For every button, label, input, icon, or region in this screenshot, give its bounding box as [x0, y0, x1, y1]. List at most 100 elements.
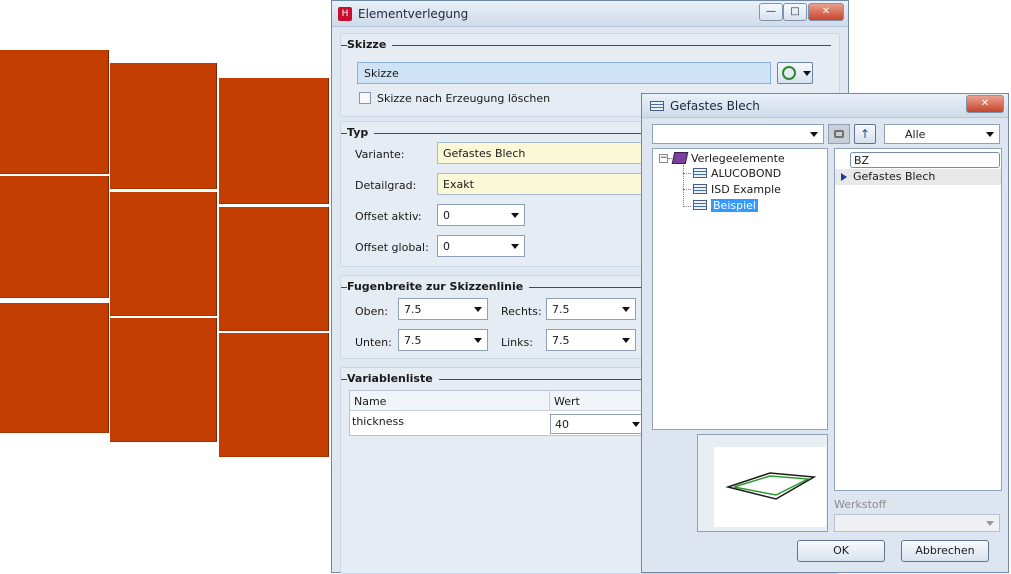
tile: [110, 192, 217, 316]
table-icon: [650, 101, 664, 111]
tile: [219, 78, 329, 204]
tree-connector: [683, 165, 684, 207]
title-bar[interactable]: H Elementverlegung — □ ✕: [332, 1, 848, 27]
filter-select[interactable]: Alle: [884, 124, 1000, 144]
row-name: thickness: [352, 415, 404, 428]
table-row[interactable]: thickness 40: [350, 412, 650, 436]
chevron-down-icon: [986, 521, 994, 526]
cancel-button[interactable]: Abbrechen: [901, 540, 989, 562]
close-button[interactable]: ✕: [808, 3, 844, 21]
table-icon: [693, 168, 707, 178]
chevron-down-icon: [511, 213, 519, 218]
oben-select[interactable]: 7.5: [398, 298, 488, 320]
table-icon: [693, 200, 707, 210]
tree-item-label: Beispiel: [711, 199, 758, 212]
close-button[interactable]: ✕: [966, 95, 1004, 113]
window-title: Gefastes Blech: [670, 99, 760, 113]
tree-item-isd-example[interactable]: ISD Example: [693, 183, 781, 196]
tile: [110, 63, 217, 189]
variablen-header: Variablenliste: [347, 372, 439, 385]
preview-plate-icon: [725, 472, 817, 500]
list-pane[interactable]: BZ Gefastes Blech: [834, 148, 1002, 491]
tree-connector: [683, 173, 691, 174]
minimize-button[interactable]: —: [759, 3, 783, 21]
chevron-down-icon: [622, 307, 630, 312]
chevron-down-icon: [986, 132, 994, 137]
row-wert-value: 40: [555, 418, 569, 431]
app-icon: H: [338, 7, 352, 21]
rechts-select[interactable]: 7.5: [546, 298, 636, 320]
pick-icon: [782, 66, 796, 80]
tree-connector: [683, 206, 691, 207]
tree-connector: [683, 189, 691, 190]
unten-select[interactable]: 7.5: [398, 329, 488, 351]
collapse-icon[interactable]: −: [659, 154, 668, 163]
col-wert-header[interactable]: Wert: [554, 395, 580, 408]
tile: [0, 50, 109, 174]
col-name-header[interactable]: Name: [354, 395, 386, 408]
tree-root-label: Verlegeelemente: [691, 152, 785, 165]
chevron-down-icon: [810, 132, 818, 137]
list-column-header[interactable]: BZ: [850, 152, 1000, 168]
chevron-down-icon: [803, 71, 811, 76]
detailgrad-label: Detailgrad:: [355, 179, 417, 192]
tree-root[interactable]: Verlegeelemente: [671, 152, 785, 165]
window-title: Elementverlegung: [358, 7, 469, 21]
links-value: 7.5: [552, 334, 570, 347]
variante-field[interactable]: Gefastes Blech: [437, 142, 647, 164]
rechts-label: Rechts:: [501, 305, 542, 318]
tree-item-label: ALUCOBOND: [711, 167, 782, 180]
tree-item-label: ISD Example: [711, 183, 781, 196]
chevron-down-icon: [632, 422, 640, 427]
path-select[interactable]: [652, 124, 824, 144]
variablen-table: Name Wert thickness 40: [349, 390, 650, 436]
oben-label: Oben:: [355, 305, 389, 318]
col-divider: [549, 391, 550, 411]
skizze-field[interactable]: Skizze: [357, 62, 771, 84]
gefastes-blech-dialog: Gefastes Blech ✕ ↑ Alle − Verlegeelement…: [641, 93, 1009, 573]
triangle-right-icon: [841, 173, 847, 181]
up-level-button[interactable]: ↑: [854, 124, 876, 144]
arrow-up-icon: ↑: [859, 127, 871, 141]
delete-sketch-checkbox[interactable]: [359, 92, 371, 104]
maximize-button[interactable]: □: [783, 3, 807, 21]
table-header: Name Wert: [350, 391, 650, 411]
detailgrad-field[interactable]: Exakt: [437, 173, 647, 195]
tree-item-alucobond[interactable]: ALUCOBOND: [693, 167, 781, 180]
offset-global-label: Offset global:: [355, 241, 429, 254]
tile: [0, 303, 109, 433]
filter-value: Alle: [905, 128, 926, 141]
list-item[interactable]: Gefastes Blech: [835, 169, 1001, 185]
werkstoff-select[interactable]: [834, 514, 1000, 532]
oben-value: 7.5: [404, 303, 422, 316]
skizze-field-value: Skizze: [364, 67, 399, 80]
links-select[interactable]: 7.5: [546, 329, 636, 351]
offset-aktiv-select[interactable]: 0: [437, 204, 525, 226]
tree-item-beispiel[interactable]: Beispiel: [693, 199, 758, 212]
chevron-down-icon: [474, 338, 482, 343]
tile: [219, 207, 329, 331]
typ-header: Typ: [347, 126, 375, 139]
chevron-down-icon: [622, 338, 630, 343]
tree-pane[interactable]: − Verlegeelemente ALUCOBOND ISD Example …: [652, 148, 828, 430]
cad-viewport[interactable]: [0, 0, 333, 573]
unten-value: 7.5: [404, 334, 422, 347]
row-wert-select[interactable]: 40: [550, 414, 646, 434]
bz-header-label: BZ: [854, 154, 870, 167]
preview-pane: [697, 434, 828, 532]
binoculars-icon: [834, 130, 844, 138]
skizze-pick-button[interactable]: [777, 62, 813, 84]
search-button[interactable]: [828, 124, 850, 144]
delete-sketch-label: Skizze nach Erzeugung löschen: [377, 92, 551, 105]
list-item-label: Gefastes Blech: [853, 170, 936, 183]
offset-global-value: 0: [443, 240, 450, 253]
links-label: Links:: [501, 336, 533, 349]
preview-image: [714, 447, 826, 527]
chevron-down-icon: [511, 244, 519, 249]
ok-button[interactable]: OK: [797, 540, 885, 562]
variante-label: Variante:: [355, 148, 405, 161]
tile: [219, 333, 329, 457]
title-bar[interactable]: Gefastes Blech ✕: [642, 94, 1008, 118]
divider: [341, 45, 831, 46]
offset-global-select[interactable]: 0: [437, 235, 525, 257]
